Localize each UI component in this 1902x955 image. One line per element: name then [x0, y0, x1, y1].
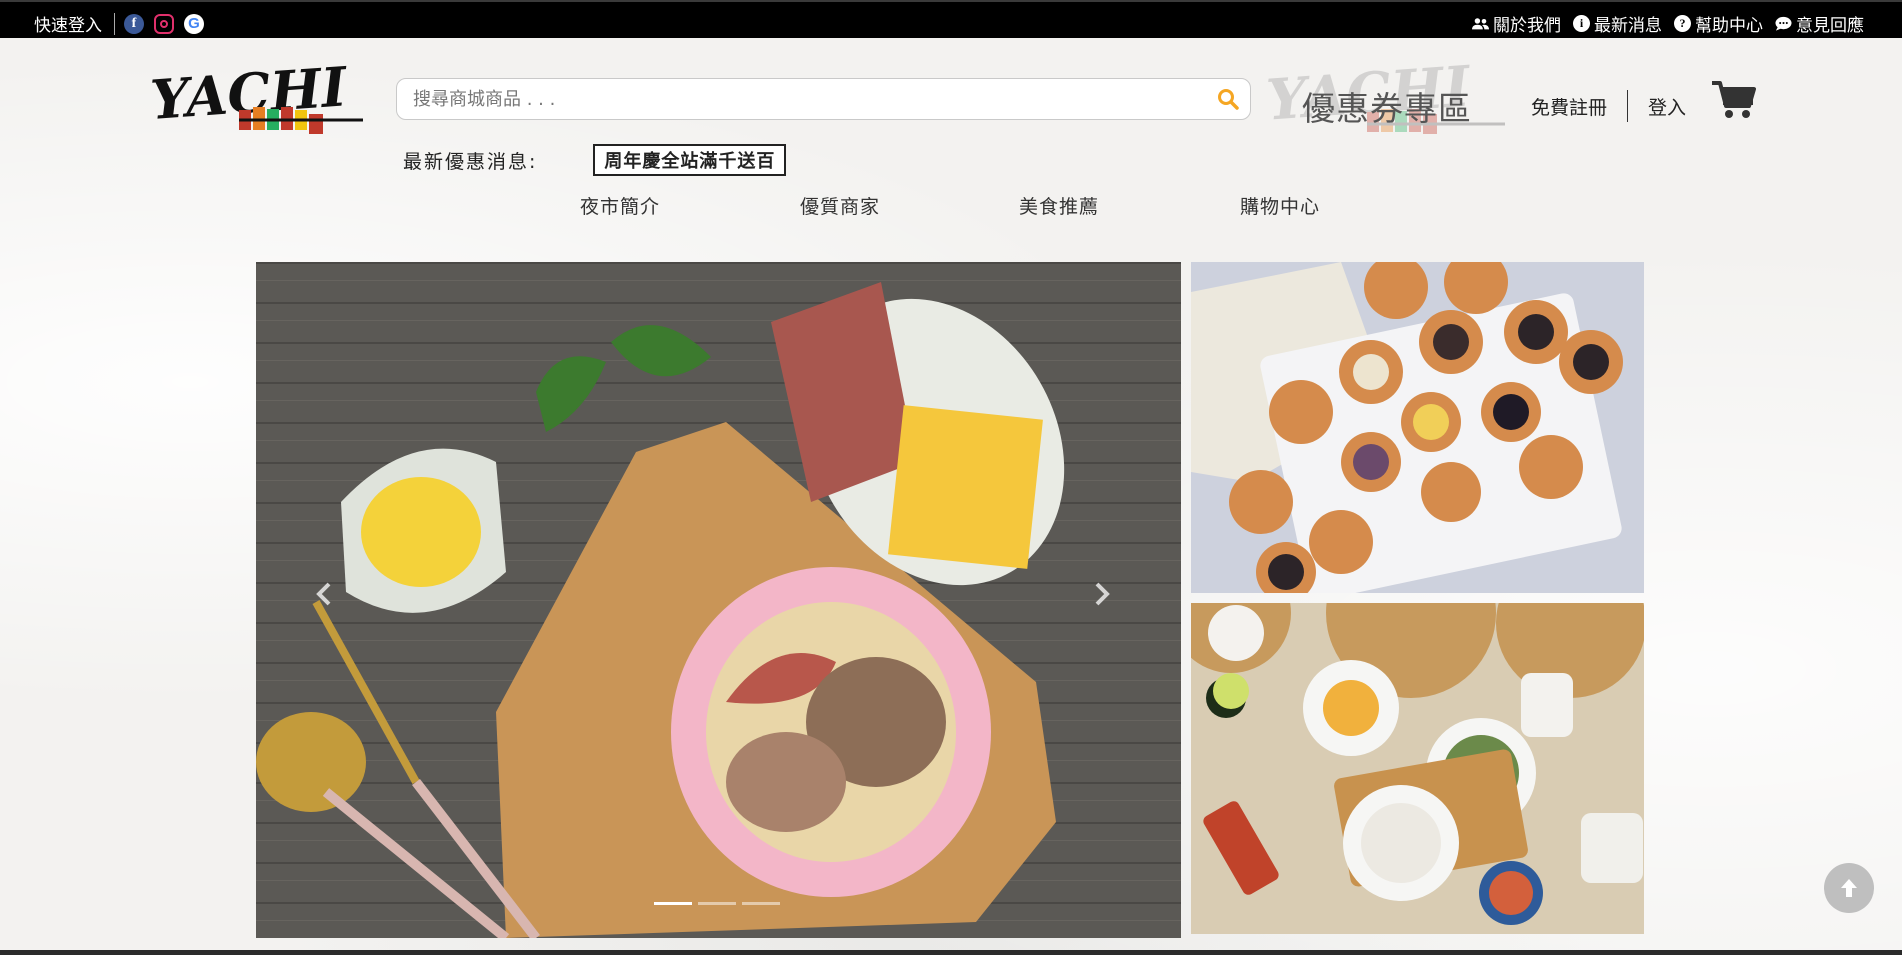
chevron-left-icon: [316, 582, 331, 606]
google-icon[interactable]: G: [184, 13, 204, 34]
carousel-indicator-2[interactable]: [698, 902, 736, 905]
wheel-cakes-image[interactable]: [1191, 262, 1644, 593]
breakfast-plate-image: [256, 262, 1181, 938]
promo-bar: 最新優惠消息: 周年慶全站滿千送百: [403, 144, 787, 176]
about-us-label: 關於我們: [1493, 16, 1561, 36]
quick-login-label: 快速登入: [34, 16, 102, 36]
nav-item-food-recommendations[interactable]: 美食推薦: [1019, 192, 1099, 219]
feedback-link[interactable]: 意見回應: [1775, 11, 1864, 36]
carousel-indicator-3[interactable]: [742, 902, 780, 905]
footer-edge: [0, 950, 1902, 955]
help-center-link[interactable]: ? 幫助中心: [1674, 11, 1763, 36]
nav-item-night-market-intro[interactable]: 夜市簡介: [580, 192, 660, 219]
facebook-icon[interactable]: f: [124, 13, 144, 34]
auth-links: 免費註冊 登入: [1531, 90, 1686, 122]
yachi-logo[interactable]: YACHI: [148, 52, 366, 144]
nav-item-shopping-center[interactable]: 購物中心: [1240, 192, 1320, 219]
promo-label: 最新優惠消息:: [403, 150, 538, 173]
carousel-indicators: [654, 902, 786, 905]
promo-message[interactable]: 周年慶全站滿千送百: [593, 144, 787, 176]
back-to-top-button[interactable]: [1824, 863, 1874, 913]
search-icon: [1218, 89, 1239, 110]
cart-icon: [1712, 81, 1756, 118]
help-center-label: 幫助中心: [1695, 16, 1763, 36]
coupon-zone-label: 優惠券專區: [1302, 89, 1472, 128]
top-bar: 快速登入 f G 關於我們 i 最新消息 ? 幫助中心 意見回應: [0, 0, 1902, 38]
divider: [1627, 90, 1629, 122]
news-label: 最新消息: [1594, 16, 1662, 36]
arrow-up-icon: [1841, 879, 1857, 897]
quick-login-group: 快速登入 f G: [34, 11, 214, 36]
search-input[interactable]: [397, 88, 1206, 110]
top-links: 關於我們 i 最新消息 ? 幫助中心 意見回應: [1460, 11, 1864, 36]
feedback-label: 意見回應: [1796, 16, 1864, 36]
search-bar: [396, 78, 1251, 120]
carousel-prev-button[interactable]: [304, 574, 344, 614]
instagram-icon[interactable]: [154, 13, 174, 34]
carousel-next-button[interactable]: [1082, 574, 1122, 614]
register-link[interactable]: 免費註冊: [1531, 93, 1607, 120]
news-link[interactable]: i 最新消息: [1573, 11, 1662, 36]
users-icon: [1472, 15, 1489, 32]
hero-carousel: [256, 262, 1181, 938]
divider: [114, 12, 115, 35]
coupon-zone-link[interactable]: YACHI 優惠券專區: [1267, 52, 1507, 152]
about-us-link[interactable]: 關於我們: [1472, 11, 1561, 36]
cart-button[interactable]: [1712, 80, 1756, 124]
info-icon: i: [1573, 15, 1590, 32]
chevron-right-icon: [1095, 582, 1110, 606]
nav-item-quality-merchants[interactable]: 優質商家: [800, 192, 880, 219]
carousel-indicator-1[interactable]: [654, 902, 692, 905]
steamed-buns-image[interactable]: [1191, 603, 1644, 934]
main-nav: 夜市簡介 優質商家 美食推薦 購物中心: [0, 192, 1902, 222]
chat-icon: [1775, 15, 1792, 32]
search-button[interactable]: [1206, 79, 1250, 119]
login-link[interactable]: 登入: [1648, 93, 1686, 120]
help-icon: ?: [1674, 15, 1691, 32]
